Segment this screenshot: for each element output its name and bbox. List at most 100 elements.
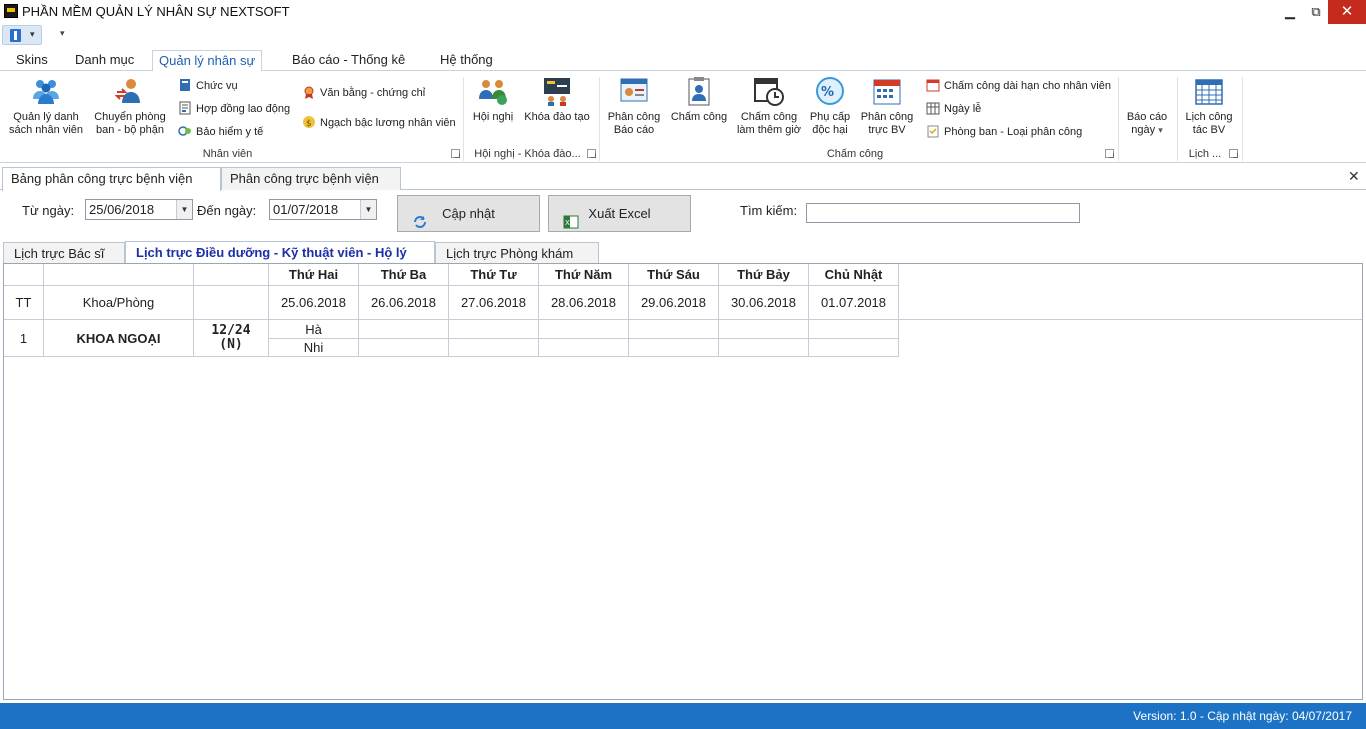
from-date-label: Từ ngày: xyxy=(22,203,75,218)
minimize-button[interactable]: ▁ xyxy=(1276,0,1304,24)
day-date-header: 30.06.2018 xyxy=(719,286,809,320)
schedule-cell[interactable] xyxy=(809,339,899,357)
khoa-dao-tao-label: Khóa đào tạo xyxy=(524,111,590,123)
quick-access-toolbar: ▾ ▾ xyxy=(0,24,1366,46)
chevron-down-icon[interactable]: ▼ xyxy=(176,200,192,219)
schedule-cell[interactable]: Hà xyxy=(269,320,359,339)
search-input[interactable] xyxy=(806,203,1080,223)
schedule-cell[interactable] xyxy=(539,339,629,357)
tab-bao-cao-thong-ke[interactable]: Báo cáo - Thống kê xyxy=(286,50,411,72)
schedule-cell[interactable] xyxy=(539,320,629,339)
export-excel-label: Xuất Excel xyxy=(588,206,651,221)
tab-skins[interactable]: Skins xyxy=(10,50,54,72)
tab-quan-ly-nhan-su[interactable]: Quản lý nhân sự xyxy=(152,50,263,72)
status-bar: Version: 1.0 - Cập nhật ngày: 04/07/2017 xyxy=(0,703,1366,729)
tab-he-thong[interactable]: Hệ thống xyxy=(434,50,499,72)
tab-bang-phan-cong-truc[interactable]: Bảng phân công trực bệnh viện xyxy=(2,167,221,191)
to-date-picker[interactable]: 01/07/2018 ▼ xyxy=(269,199,377,220)
close-button[interactable]: ✕ xyxy=(1328,0,1366,24)
chuyen-phong-ban-button[interactable]: Chuyển phòng ban - bộ phận xyxy=(90,75,170,137)
day-date-header: 01.07.2018 xyxy=(809,286,899,320)
day-name-header: Thứ Bảy xyxy=(719,264,809,286)
ribbon-tab-strip: Skins Danh mục Quản lý nhân sự Báo cáo -… xyxy=(0,48,1366,72)
assignment-report-icon xyxy=(618,75,650,107)
van-bang-chung-chi-button[interactable]: Văn bằng - chứng chỉ xyxy=(302,84,425,102)
tab-danh-muc[interactable]: Danh mục xyxy=(69,50,140,72)
khoa-dao-tao-button[interactable]: Khóa đào tạo xyxy=(522,75,592,124)
schedule-cell[interactable] xyxy=(719,320,809,339)
chuc-vu-label: Chức vụ xyxy=(196,80,238,92)
filter-bar: Từ ngày: 25/06/2018 ▼ Đến ngày: 01/07/20… xyxy=(0,190,1366,240)
svg-text:$: $ xyxy=(306,119,312,129)
phan-cong-bao-cao-label: Phân công Báo cáo xyxy=(607,111,661,136)
chevron-down-icon: ▾ xyxy=(1158,125,1163,135)
schedule-cell[interactable] xyxy=(719,339,809,357)
row-tt-cell[interactable]: 1 xyxy=(4,320,44,357)
schedule-cell[interactable] xyxy=(449,339,539,357)
cham-cong-button[interactable]: Chấm công xyxy=(668,75,730,124)
chuc-vu-button[interactable]: Chức vụ xyxy=(178,77,238,95)
user-transfer-icon xyxy=(114,75,146,107)
day-date-header: 29.06.2018 xyxy=(629,286,719,320)
row-shift-cell[interactable]: 12/24 (N) xyxy=(194,320,269,357)
bao-cao-ngay-button[interactable]: Báo cáo ngày ▾ xyxy=(1122,111,1172,137)
refresh-icon xyxy=(412,207,428,228)
tab-lich-truc-bac-si[interactable]: Lịch trực Bác sĩ xyxy=(3,242,125,264)
holiday-calendar-icon xyxy=(926,101,940,115)
ngay-le-button[interactable]: Ngày lễ xyxy=(926,100,981,118)
from-date-value: 25/06/2018 xyxy=(89,202,155,217)
svg-text:%: % xyxy=(821,85,834,100)
column-header-tt: TT xyxy=(4,286,44,320)
group-label-hoi-nghi: Hội nghị - Khóa đào... xyxy=(474,148,581,160)
phong-ban-loai-phan-cong-button[interactable]: Phòng ban - Loại phân công xyxy=(926,123,1082,141)
export-excel-button[interactable]: X Xuất Excel xyxy=(548,195,691,232)
schedule-cell[interactable] xyxy=(449,320,539,339)
phan-cong-truc-bv-button[interactable]: Phân công trực BV xyxy=(858,75,916,137)
row-khoa-cell[interactable]: KHOA NGOẠI xyxy=(44,320,194,357)
hoi-nghi-button[interactable]: Hội nghị xyxy=(468,75,518,124)
schedule-cell[interactable] xyxy=(629,339,719,357)
from-date-picker[interactable]: 25/06/2018 ▼ xyxy=(85,199,193,220)
group-separator xyxy=(1177,77,1178,161)
hoi-nghi-launcher-icon[interactable] xyxy=(587,149,596,158)
chuyen-phong-ban-label: Chuyển phòng ban - bộ phận xyxy=(94,111,166,136)
lich-cong-tac-bv-button[interactable]: Lịch công tác BV xyxy=(1182,75,1236,137)
hop-dong-label: Hợp đồng lao động xyxy=(196,103,291,115)
cham-cong-them-gio-button[interactable]: Chấm công làm thêm giờ xyxy=(734,75,804,137)
close-tab-icon[interactable]: ✕ xyxy=(1348,168,1360,185)
group-separator xyxy=(599,77,600,161)
nhan-vien-launcher-icon[interactable] xyxy=(451,149,460,158)
cham-cong-dai-han-button[interactable]: Chấm công dài hạn cho nhân viên xyxy=(926,77,1111,95)
phu-cap-doc-hai-button[interactable]: % Phụ cấp độc hại xyxy=(808,75,852,137)
lich-launcher-icon[interactable] xyxy=(1229,149,1238,158)
tab-lich-truc-phong-kham[interactable]: Lịch trực Phòng khám xyxy=(435,242,599,264)
tab-lich-truc-dieu-duong[interactable]: Lịch trực Điều dưỡng - Kỹ thuật viên - H… xyxy=(125,241,435,264)
maximize-button[interactable]: ⧉ xyxy=(1302,0,1330,24)
qat-customize-button[interactable]: ▾ xyxy=(60,28,65,39)
schedule-cell[interactable] xyxy=(359,320,449,339)
clipboard-user-icon xyxy=(683,75,715,107)
schedule-cell[interactable] xyxy=(629,320,719,339)
insurance-icon xyxy=(178,124,192,138)
grid-header-blank xyxy=(194,264,269,286)
tab-phan-cong-truc[interactable]: Phân công trực bệnh viện xyxy=(221,167,401,190)
schedule-cell[interactable] xyxy=(359,339,449,357)
phan-cong-bao-cao-button[interactable]: Phân công Báo cáo xyxy=(604,75,664,137)
cham-cong-launcher-icon[interactable] xyxy=(1105,149,1114,158)
update-button[interactable]: Cập nhật xyxy=(397,195,540,232)
version-status-text: Version: 1.0 - Cập nhật ngày: 04/07/2017 xyxy=(1133,709,1352,723)
day-name-header: Thứ Ba xyxy=(359,264,449,286)
quan-ly-danh-sach-nhan-vien-button[interactable]: Quản lý danh sách nhân viên xyxy=(6,75,86,137)
grid-header-blank xyxy=(44,264,194,286)
checklist-icon xyxy=(926,124,940,138)
percent-badge-icon: % xyxy=(814,75,846,107)
hop-dong-lao-dong-button[interactable]: Hợp đồng lao động xyxy=(178,100,290,118)
schedule-cell[interactable]: Nhi xyxy=(269,339,359,357)
ngach-bac-luong-button[interactable]: $ Ngạch bậc lương nhân viên xyxy=(302,114,456,132)
chevron-down-icon[interactable]: ▼ xyxy=(360,200,376,219)
application-menu-button[interactable]: ▾ xyxy=(2,25,42,45)
phu-cap-label: Phụ cấp độc hại xyxy=(809,111,851,136)
schedule-cell[interactable] xyxy=(809,320,899,339)
bao-hiem-y-te-button[interactable]: Bảo hiểm y tế xyxy=(178,123,263,141)
app-logo-icon xyxy=(4,4,18,18)
